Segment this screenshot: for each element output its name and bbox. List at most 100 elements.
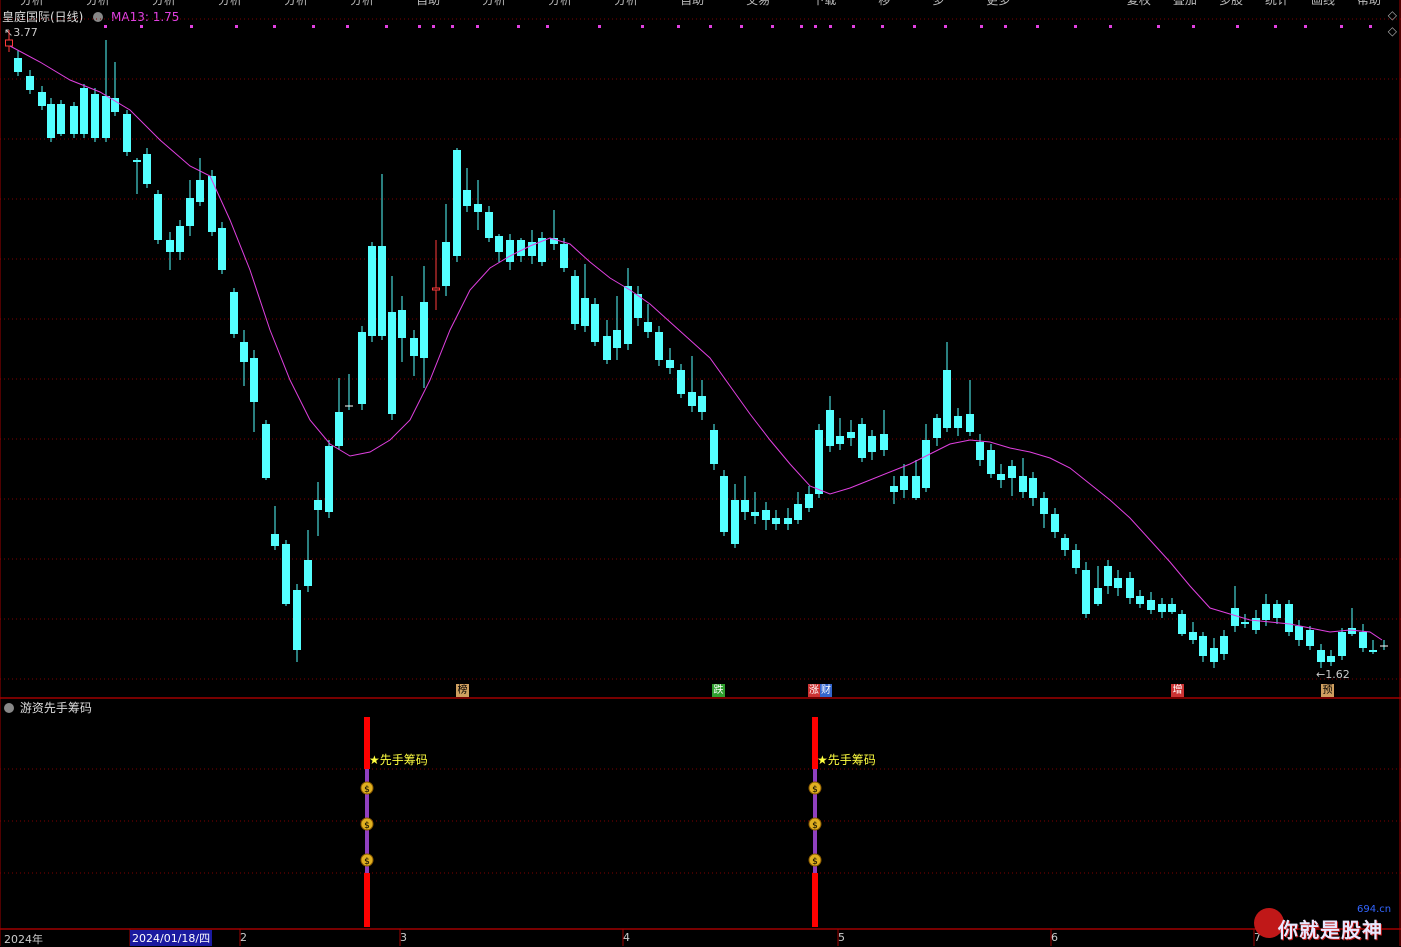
candle-body	[111, 98, 119, 112]
watermark-logo: 694.cn 你就是股神	[1252, 900, 1401, 946]
candle-body	[943, 370, 951, 428]
candle-body	[1231, 608, 1239, 626]
money-bag-icon-glyph: $	[812, 785, 818, 795]
candle-body	[772, 518, 780, 524]
candle-body	[1210, 648, 1218, 662]
candle-body	[474, 204, 482, 212]
candle-body	[378, 246, 386, 336]
candle-body	[442, 242, 450, 286]
candle-body	[581, 298, 589, 326]
candle-body	[1338, 632, 1346, 656]
signal-dot	[980, 25, 983, 28]
current-date[interactable]: 2024/01/18/四	[130, 930, 213, 946]
event-marker-yu[interactable]: 预	[1321, 684, 1334, 697]
candle-body	[560, 244, 568, 268]
candle-body	[1114, 578, 1122, 588]
money-bag-icon-glyph: $	[364, 857, 370, 867]
event-marker-bang[interactable]: 榜	[456, 684, 469, 697]
candle-body	[868, 436, 876, 452]
candle-body	[731, 500, 739, 544]
candle-body	[1008, 466, 1016, 478]
signal-dot	[1369, 25, 1372, 28]
candle-body	[751, 512, 759, 516]
candle-body	[388, 312, 396, 414]
signal-dot	[598, 25, 601, 28]
candle-body	[655, 332, 663, 360]
candle-body	[38, 92, 46, 106]
signal-bar	[812, 873, 818, 927]
candle-body	[1189, 632, 1197, 640]
signal-dot	[881, 25, 884, 28]
candle-body	[325, 446, 333, 512]
candle-body	[410, 338, 418, 356]
candle-body	[453, 150, 461, 256]
signal-dot	[476, 25, 479, 28]
candle-body	[784, 518, 792, 524]
signal-dot	[1109, 25, 1112, 28]
candle-body	[271, 534, 279, 546]
time-axis: 2024年 2024/01/18/四 2 3 4 5 6 7	[0, 929, 1401, 946]
signal-dot	[140, 25, 143, 28]
candle-body	[1262, 604, 1270, 620]
candle-body	[922, 440, 930, 488]
candle-body	[1359, 632, 1367, 648]
candle-body	[1241, 622, 1249, 624]
candle-body	[154, 194, 162, 240]
event-marker-die[interactable]: 跌	[712, 684, 725, 697]
ma13-line	[9, 45, 1383, 641]
signal-dot	[1340, 25, 1343, 28]
candle-body	[1178, 614, 1186, 634]
month-label: 4	[623, 931, 630, 944]
candle-body	[186, 198, 194, 226]
candle-body	[847, 432, 855, 438]
candle-body	[1252, 618, 1260, 630]
candle-body	[358, 332, 366, 404]
candle-body	[1051, 514, 1059, 532]
event-marker-cai[interactable]: 财	[820, 684, 832, 697]
candle-body	[603, 336, 611, 360]
signal-dot	[1004, 25, 1007, 28]
signal-dot	[1192, 25, 1195, 28]
candle-body	[976, 442, 984, 460]
signal-dot	[190, 25, 193, 28]
signal-dot	[385, 25, 388, 28]
candle-body	[1082, 570, 1090, 614]
candle-body	[282, 544, 290, 604]
candle-body	[1094, 588, 1102, 604]
candle-body	[80, 88, 88, 134]
candle-body	[1199, 636, 1207, 656]
candle-body	[70, 106, 78, 134]
candle-body	[954, 416, 962, 428]
candle-body	[1072, 550, 1080, 568]
candle-body	[1369, 650, 1377, 652]
candle-body	[688, 392, 696, 406]
candle-body	[571, 276, 579, 324]
event-marker-zhang[interactable]: 涨	[808, 684, 820, 697]
candle-body	[91, 94, 99, 138]
candle-body	[666, 360, 674, 368]
money-bag-icon-glyph: $	[812, 821, 818, 831]
money-bag-icon-glyph: $	[812, 857, 818, 867]
indicator-title[interactable]: 游资先手筹码	[20, 701, 92, 715]
candle-body	[1040, 498, 1048, 514]
candle-body	[997, 474, 1005, 480]
candle-body	[1147, 600, 1155, 610]
candle-body	[1295, 626, 1303, 640]
candle-body	[47, 104, 55, 138]
candle-body	[218, 228, 226, 270]
candle-body	[698, 396, 706, 412]
candle-body	[1061, 538, 1069, 550]
signal-dot	[677, 25, 680, 28]
candle-body	[314, 500, 322, 510]
candle-body	[463, 190, 471, 206]
candle-body	[133, 160, 141, 162]
candlestick-chart[interactable]: $ $ $ $ $ $	[0, 0, 1401, 946]
candle-body	[987, 450, 995, 474]
money-bag-icon-glyph: $	[364, 785, 370, 795]
candle-body	[304, 560, 312, 586]
signal-dot	[432, 25, 435, 28]
event-marker-zeng[interactable]: 增	[1171, 684, 1184, 697]
chevron-down-icon[interactable]	[4, 703, 14, 713]
signal-dot	[546, 25, 549, 28]
candle-body	[613, 330, 621, 348]
